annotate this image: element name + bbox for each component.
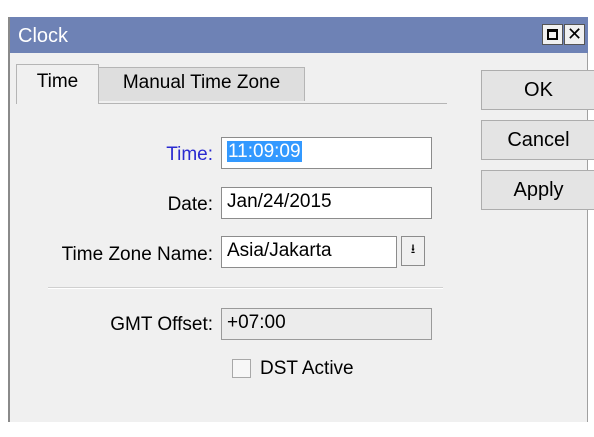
tab-manual-time-zone[interactable]: Manual Time Zone bbox=[98, 67, 305, 101]
dst-active-checkbox[interactable] bbox=[232, 359, 251, 378]
dst-active-label: DST Active bbox=[260, 358, 354, 379]
title-bar[interactable]: Clock ✕ bbox=[10, 17, 588, 53]
gmt-offset-field: +07:00 bbox=[221, 308, 432, 340]
tab-time[interactable]: Time bbox=[16, 64, 99, 104]
time-field[interactable]: 11:09:09 bbox=[221, 137, 432, 169]
cancel-button[interactable]: Cancel bbox=[481, 120, 594, 160]
close-button[interactable]: ✕ bbox=[564, 24, 585, 45]
clock-window: Clock ✕ Time Manual Time Zone Time: 11:0… bbox=[8, 17, 594, 422]
time-value: 11:09:09 bbox=[227, 141, 302, 162]
time-zone-name-field[interactable]: Asia/Jakarta bbox=[221, 236, 397, 268]
time-zone-name-label: Time Zone Name: bbox=[61, 244, 213, 265]
maximize-icon bbox=[547, 29, 558, 40]
gmt-offset-label: GMT Offset: bbox=[110, 314, 213, 335]
close-icon: ✕ bbox=[566, 24, 583, 44]
time-label: Time: bbox=[166, 144, 213, 165]
date-field[interactable]: Jan/24/2015 bbox=[221, 187, 432, 219]
ok-button[interactable]: OK bbox=[481, 70, 594, 110]
separator bbox=[48, 287, 443, 289]
time-zone-dropdown-button[interactable]: ⭳ bbox=[401, 236, 425, 266]
maximize-button[interactable] bbox=[542, 24, 563, 45]
dropdown-arrow-icon: ⭳ bbox=[410, 241, 416, 256]
date-label: Date: bbox=[167, 194, 213, 215]
apply-button[interactable]: Apply bbox=[481, 170, 594, 210]
window-title: Clock bbox=[18, 25, 69, 47]
